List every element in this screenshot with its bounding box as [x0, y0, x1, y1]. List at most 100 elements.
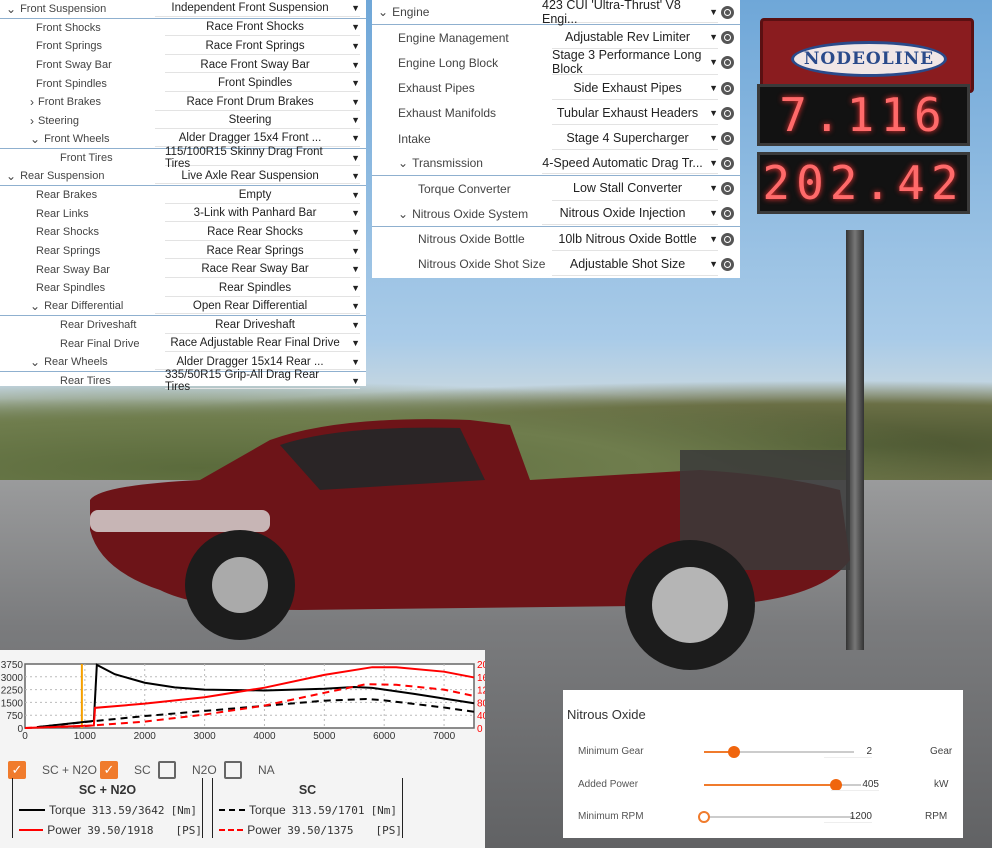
visibility-eye-icon[interactable] [721, 156, 734, 170]
chevron-down-icon[interactable]: ⌄ [398, 207, 408, 221]
dropdown-arrow-icon: ▼ [351, 152, 360, 163]
checkbox-empty-icon[interactable] [158, 761, 176, 779]
dropdown-arrow-icon: ▼ [351, 96, 360, 107]
part-row: ⌄ Transmission 4-Speed Automatic Drag Tr.… [372, 151, 740, 177]
visibility-eye-icon[interactable] [721, 81, 734, 95]
sign-logo: NODEOLINE [791, 41, 947, 77]
part-row: › Steering Steering ▼ [0, 112, 366, 131]
chevron-right-icon[interactable]: › [30, 114, 34, 128]
part-select[interactable]: Alder Dragger 15x4 Front ... ▼ [155, 131, 360, 147]
dropdown-arrow-icon: ▼ [351, 356, 360, 367]
slider-label: Added Power [578, 778, 639, 790]
part-select[interactable]: Race Front Springs ▼ [165, 38, 360, 55]
visibility-eye-icon[interactable] [721, 207, 734, 221]
part-select[interactable]: Independent Front Suspension ▼ [155, 1, 360, 17]
part-select[interactable]: Adjustable Rev Limiter ▼ [552, 26, 718, 50]
selected-value: Race Front Sway Bar [200, 58, 310, 71]
part-select[interactable]: 10lb Nitrous Oxide Bottle ▼ [552, 228, 718, 251]
part-row: Rear Brakes Empty ▼ [0, 186, 366, 205]
part-select[interactable]: Adjustable Shot Size ▼ [552, 253, 718, 277]
part-select[interactable]: Race Front Shocks ▼ [165, 20, 360, 37]
part-select[interactable]: Side Exhaust Pipes ▼ [552, 77, 718, 100]
slider-handle[interactable] [698, 811, 710, 823]
part-select[interactable]: Tubular Exhaust Headers ▼ [552, 102, 718, 125]
slider-value-input[interactable]: 1200 [824, 811, 872, 823]
chevron-down-icon[interactable]: ⌄ [6, 2, 16, 16]
slider-value-input[interactable]: 405 [831, 779, 879, 791]
part-row: Nitrous Oxide Shot Size Adjustable Shot S… [372, 252, 740, 277]
part-select[interactable]: Open Rear Differential ▼ [155, 299, 360, 315]
chevron-right-icon[interactable]: › [30, 95, 34, 109]
panel-title: Nitrous Oxide [567, 707, 646, 722]
power-unit: [PS] [375, 823, 403, 837]
dropdown-arrow-icon: ▼ [351, 78, 360, 89]
part-select[interactable]: 4-Speed Automatic Drag Tr... ▼ [542, 152, 718, 175]
series-checkbox[interactable]: ✓ SC [100, 761, 151, 779]
part-label: Rear Links [36, 207, 89, 220]
chevron-down-icon[interactable]: ⌄ [398, 156, 408, 170]
part-select[interactable]: Race Rear Shocks ▼ [165, 224, 360, 241]
slider-row: Minimum Gear 2 Gear [563, 742, 963, 762]
part-select[interactable]: 115/100R15 Skinny Drag Front Tires ▼ [165, 146, 360, 170]
visibility-eye-icon[interactable] [721, 106, 734, 120]
checkbox-empty-icon[interactable] [224, 761, 242, 779]
part-label: Rear Final Drive [60, 337, 140, 350]
part-select[interactable]: Race Front Sway Bar ▼ [165, 57, 360, 74]
part-select[interactable]: Low Stall Converter ▼ [552, 177, 718, 201]
y-right-tick-label: 400 [477, 711, 485, 722]
selected-value: Independent Front Suspension [171, 2, 329, 15]
chassis-parts-panel: ⌄ Front Suspension Independent Front Susp… [0, 0, 366, 393]
part-select[interactable]: Nitrous Oxide Injection ▼ [542, 203, 718, 225]
part-select[interactable]: 335/50R15 Grip-All Drag Rear Tires ▼ [165, 369, 360, 393]
part-select[interactable]: 423 CUI 'Ultra-Thrust' V8 Engi... ▼ [542, 0, 718, 26]
part-label: Nitrous Oxide Shot Size [418, 257, 546, 272]
part-select[interactable]: Race Rear Sway Bar ▼ [165, 261, 360, 278]
part-select[interactable]: Rear Spindles ▼ [165, 280, 360, 297]
series-checkbox[interactable]: NA [224, 761, 275, 779]
part-select[interactable]: Race Adjustable Rear Final Drive ▼ [165, 336, 360, 353]
dropdown-arrow-icon: ▼ [351, 375, 360, 386]
checkmark-icon[interactable]: ✓ [8, 761, 26, 779]
part-select[interactable]: Live Axle Rear Suspension ▼ [155, 168, 360, 184]
visibility-eye-icon[interactable] [721, 182, 734, 196]
dropdown-arrow-icon: ▼ [351, 22, 360, 33]
slider-value-input[interactable]: 2 [824, 746, 872, 758]
part-select[interactable]: 3-Link with Panhard Bar ▼ [165, 206, 360, 223]
checkbox-label: SC + N2O [42, 763, 98, 777]
time-display: 7.116 [757, 84, 970, 146]
visibility-eye-icon[interactable] [721, 232, 734, 246]
visibility-eye-icon[interactable] [721, 31, 734, 45]
part-select[interactable]: Steering ▼ [155, 113, 360, 130]
part-select[interactable]: Race Front Drum Brakes ▼ [155, 94, 360, 111]
power-label: Power [247, 823, 282, 837]
checkbox-label: SC [134, 763, 151, 777]
chevron-down-icon[interactable]: ⌄ [30, 299, 40, 313]
slider-handle[interactable] [728, 746, 740, 758]
chevron-down-icon[interactable]: ⌄ [6, 169, 16, 183]
speed-display: 202.42 [757, 152, 970, 214]
dropdown-arrow-icon: ▼ [709, 133, 718, 144]
checkbox-label: N2O [192, 763, 217, 777]
chevron-down-icon[interactable]: ⌄ [30, 355, 40, 369]
part-select[interactable]: Front Spindles ▼ [165, 75, 360, 92]
chevron-down-icon[interactable]: ⌄ [30, 132, 40, 146]
series-checkbox[interactable]: N2O [158, 761, 217, 779]
part-select[interactable]: Empty ▼ [165, 187, 360, 204]
part-select[interactable]: Alder Dragger 15x14 Rear ... ▼ [155, 354, 360, 370]
visibility-eye-icon[interactable] [721, 257, 734, 271]
visibility-eye-icon[interactable] [721, 56, 734, 70]
checkmark-icon[interactable]: ✓ [100, 761, 118, 779]
part-row: Rear Spindles Rear Spindles ▼ [0, 279, 366, 298]
part-select[interactable]: Stage 4 Supercharger ▼ [552, 127, 718, 151]
visibility-eye-icon[interactable] [721, 132, 734, 146]
engine-parts-panel: ⌄ Engine 423 CUI 'Ultra-Thrust' V8 Engi..… [372, 0, 740, 278]
torque-unit: [Nm] [370, 803, 398, 817]
chevron-down-icon[interactable]: ⌄ [378, 5, 388, 19]
part-select[interactable]: Rear Driveshaft ▼ [165, 317, 360, 334]
visibility-eye-icon[interactable] [721, 5, 734, 19]
part-select[interactable]: Stage 3 Performance Long Block ▼ [552, 48, 718, 76]
part-select[interactable]: Race Rear Springs ▼ [165, 243, 360, 260]
part-row: Rear Final Drive Race Adjustable Rear Fin… [0, 335, 366, 354]
series-checkbox[interactable]: ✓ SC + N2O [8, 761, 97, 779]
selected-value: Side Exhaust Pipes [573, 80, 682, 95]
